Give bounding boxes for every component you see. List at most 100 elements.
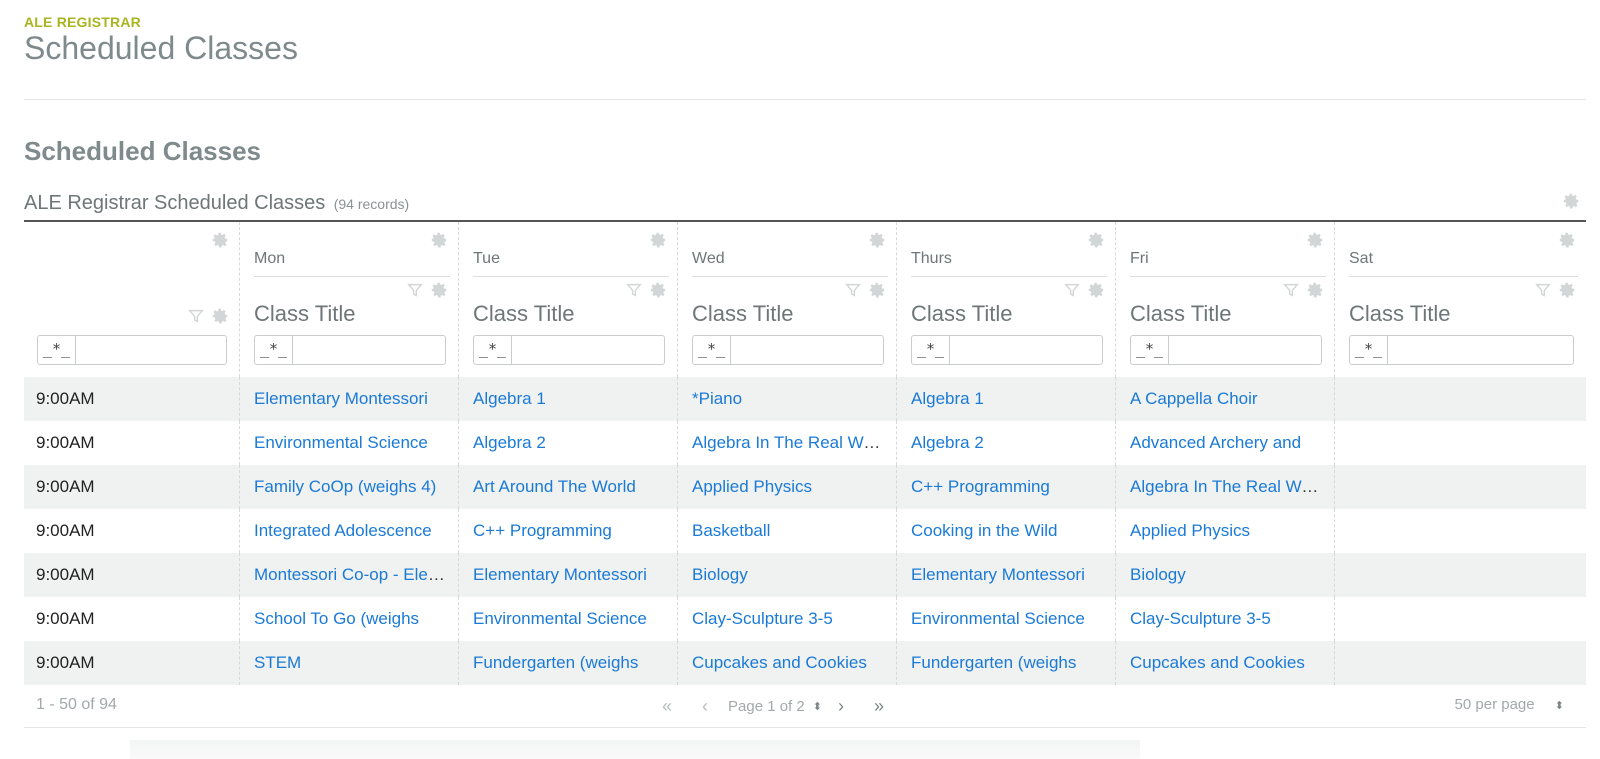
class-link[interactable]: Algebra 2 <box>473 433 546 452</box>
class-link[interactable]: Clay-Sculpture 3-5 <box>1130 609 1271 628</box>
per-page-select[interactable]: 50 per page ⬍ <box>1455 696 1564 713</box>
class-link[interactable]: STEM <box>254 653 301 672</box>
class-link[interactable]: Applied Physics <box>1130 521 1250 540</box>
filter-input[interactable] <box>1170 336 1321 364</box>
class-link[interactable]: Elementary Montessori <box>911 565 1085 584</box>
class-link[interactable]: C++ Programming <box>473 521 612 540</box>
column-gear-icon[interactable] <box>1087 231 1105 249</box>
first-page-button[interactable]: « <box>648 696 686 717</box>
class-cell: Algebra In The Real World <box>1116 465 1335 509</box>
next-page-button[interactable]: › <box>822 696 860 717</box>
class-cell: Applied Physics <box>1116 509 1335 553</box>
class-link[interactable]: C++ Programming <box>911 477 1050 496</box>
field-gear-icon[interactable] <box>1087 281 1105 299</box>
section-title: Scheduled Classes <box>24 136 261 166</box>
class-link[interactable]: Clay-Sculpture 3-5 <box>692 609 833 628</box>
column-gear-icon[interactable] <box>430 231 448 249</box>
column-gear-icon[interactable] <box>649 231 667 249</box>
class-cell <box>1335 509 1586 553</box>
day-label: Thurs <box>911 250 952 267</box>
column-gear-icon[interactable] <box>1306 231 1324 249</box>
class-link[interactable]: Family CoOp (weighs 4) <box>254 477 436 496</box>
filter-input[interactable] <box>513 336 664 364</box>
class-link[interactable]: Biology <box>692 565 748 584</box>
class-link[interactable]: *Piano <box>692 389 742 408</box>
field-gear-icon[interactable] <box>868 281 886 299</box>
filter-input[interactable] <box>294 336 445 364</box>
class-link[interactable]: Cooking in the Wild <box>911 521 1057 540</box>
table-settings-gear-icon[interactable] <box>1562 192 1580 210</box>
filter-mode-button[interactable]: _*_ <box>1131 336 1169 364</box>
class-link[interactable]: Integrated Adolescence <box>254 521 432 540</box>
filter-icon[interactable] <box>1282 281 1300 299</box>
page-select-spinner-icon[interactable]: ⬍ <box>813 700 822 713</box>
class-link[interactable]: Algebra In The Real World <box>1130 477 1330 496</box>
filter-icon[interactable] <box>625 281 643 299</box>
day-underline <box>911 276 1107 277</box>
class-link[interactable]: Environmental Science <box>911 609 1085 628</box>
class-link[interactable]: Algebra In The Real World <box>692 433 892 452</box>
filter-input[interactable] <box>1389 336 1573 364</box>
class-link[interactable]: Algebra 1 <box>473 389 546 408</box>
page-header: ALE REGISTRAR Scheduled Classes <box>24 14 298 66</box>
filter-input[interactable] <box>77 336 226 364</box>
filter-icon[interactable] <box>1063 281 1081 299</box>
column-header-day: Mon Class Title _*_ <box>240 222 459 377</box>
filter-mode-button[interactable]: _*_ <box>255 336 293 364</box>
prev-page-button[interactable]: ‹ <box>686 696 724 717</box>
per-page-label: 50 per page <box>1454 696 1535 713</box>
last-page-button[interactable]: » <box>860 696 898 717</box>
record-count: (94 records) <box>333 196 410 212</box>
time-cell: 9:00AM <box>24 421 240 465</box>
filter-icon[interactable] <box>844 281 862 299</box>
class-cell: Cooking in the Wild <box>897 509 1116 553</box>
class-cell: Montessori Co-op - Elementary <box>240 553 459 597</box>
filter-icon[interactable] <box>1534 281 1552 299</box>
field-gear-icon[interactable] <box>430 281 448 299</box>
class-cell: Algebra In The Real World <box>678 421 897 465</box>
field-gear-icon[interactable] <box>211 307 229 325</box>
table-title-bar: ALE Registrar Scheduled Classes (94 reco… <box>24 192 1586 222</box>
class-link[interactable]: Fundergarten (weighs <box>473 653 638 672</box>
filter-mode-button[interactable]: _*_ <box>693 336 731 364</box>
class-link[interactable]: Environmental Science <box>473 609 647 628</box>
class-link[interactable]: Cupcakes and Cookies <box>1130 653 1305 672</box>
schedule-grid: _*_ Mon Class Title _*_ Tue Class Title _*_ Wed… <box>24 222 1586 685</box>
class-link[interactable]: Elementary Montessori <box>473 565 647 584</box>
class-link[interactable]: Elementary Montessori <box>254 389 428 408</box>
filter-mode-button[interactable]: _*_ <box>1350 336 1388 364</box>
class-link[interactable]: Algebra 1 <box>911 389 984 408</box>
field-gear-icon[interactable] <box>1558 281 1576 299</box>
class-cell <box>1335 553 1586 597</box>
class-link[interactable]: Environmental Science <box>254 433 428 452</box>
class-link[interactable]: School To Go (weighs <box>254 609 419 628</box>
class-link[interactable]: Cupcakes and Cookies <box>692 653 867 672</box>
filter-input[interactable] <box>732 336 883 364</box>
filter-input[interactable] <box>951 336 1102 364</box>
class-link[interactable]: Applied Physics <box>692 477 812 496</box>
class-link[interactable]: Advanced Archery and <box>1130 433 1301 452</box>
table-title: ALE Registrar Scheduled Classes <box>24 192 326 214</box>
column-gear-icon[interactable] <box>868 231 886 249</box>
class-link[interactable]: Art Around The World <box>473 477 636 496</box>
table-row: 9:00AM STEM Fundergarten (weighs Cupcakes a… <box>24 641 1586 685</box>
column-gear-icon[interactable] <box>211 231 229 249</box>
filter-icon[interactable] <box>406 281 424 299</box>
class-cell: Basketball <box>678 509 897 553</box>
class-link[interactable]: Biology <box>1130 565 1186 584</box>
class-link[interactable]: Montessori Co-op - Elementary <box>254 565 458 584</box>
class-link[interactable]: A Cappella Choir <box>1130 389 1258 408</box>
class-link[interactable]: Algebra 2 <box>911 433 984 452</box>
column-gear-icon[interactable] <box>1558 231 1576 249</box>
class-link[interactable]: Fundergarten (weighs <box>911 653 1076 672</box>
field-gear-icon[interactable] <box>1306 281 1324 299</box>
class-cell: Algebra 1 <box>897 377 1116 421</box>
filter-icon[interactable] <box>187 307 205 325</box>
class-link[interactable]: Basketball <box>692 521 770 540</box>
field-gear-icon[interactable] <box>649 281 667 299</box>
column-header-day: Fri Class Title _*_ <box>1116 222 1335 377</box>
time-cell: 9:00AM <box>24 465 240 509</box>
filter-mode-button[interactable]: _*_ <box>912 336 950 364</box>
filter-mode-button[interactable]: _*_ <box>38 336 76 364</box>
filter-mode-button[interactable]: _*_ <box>474 336 512 364</box>
